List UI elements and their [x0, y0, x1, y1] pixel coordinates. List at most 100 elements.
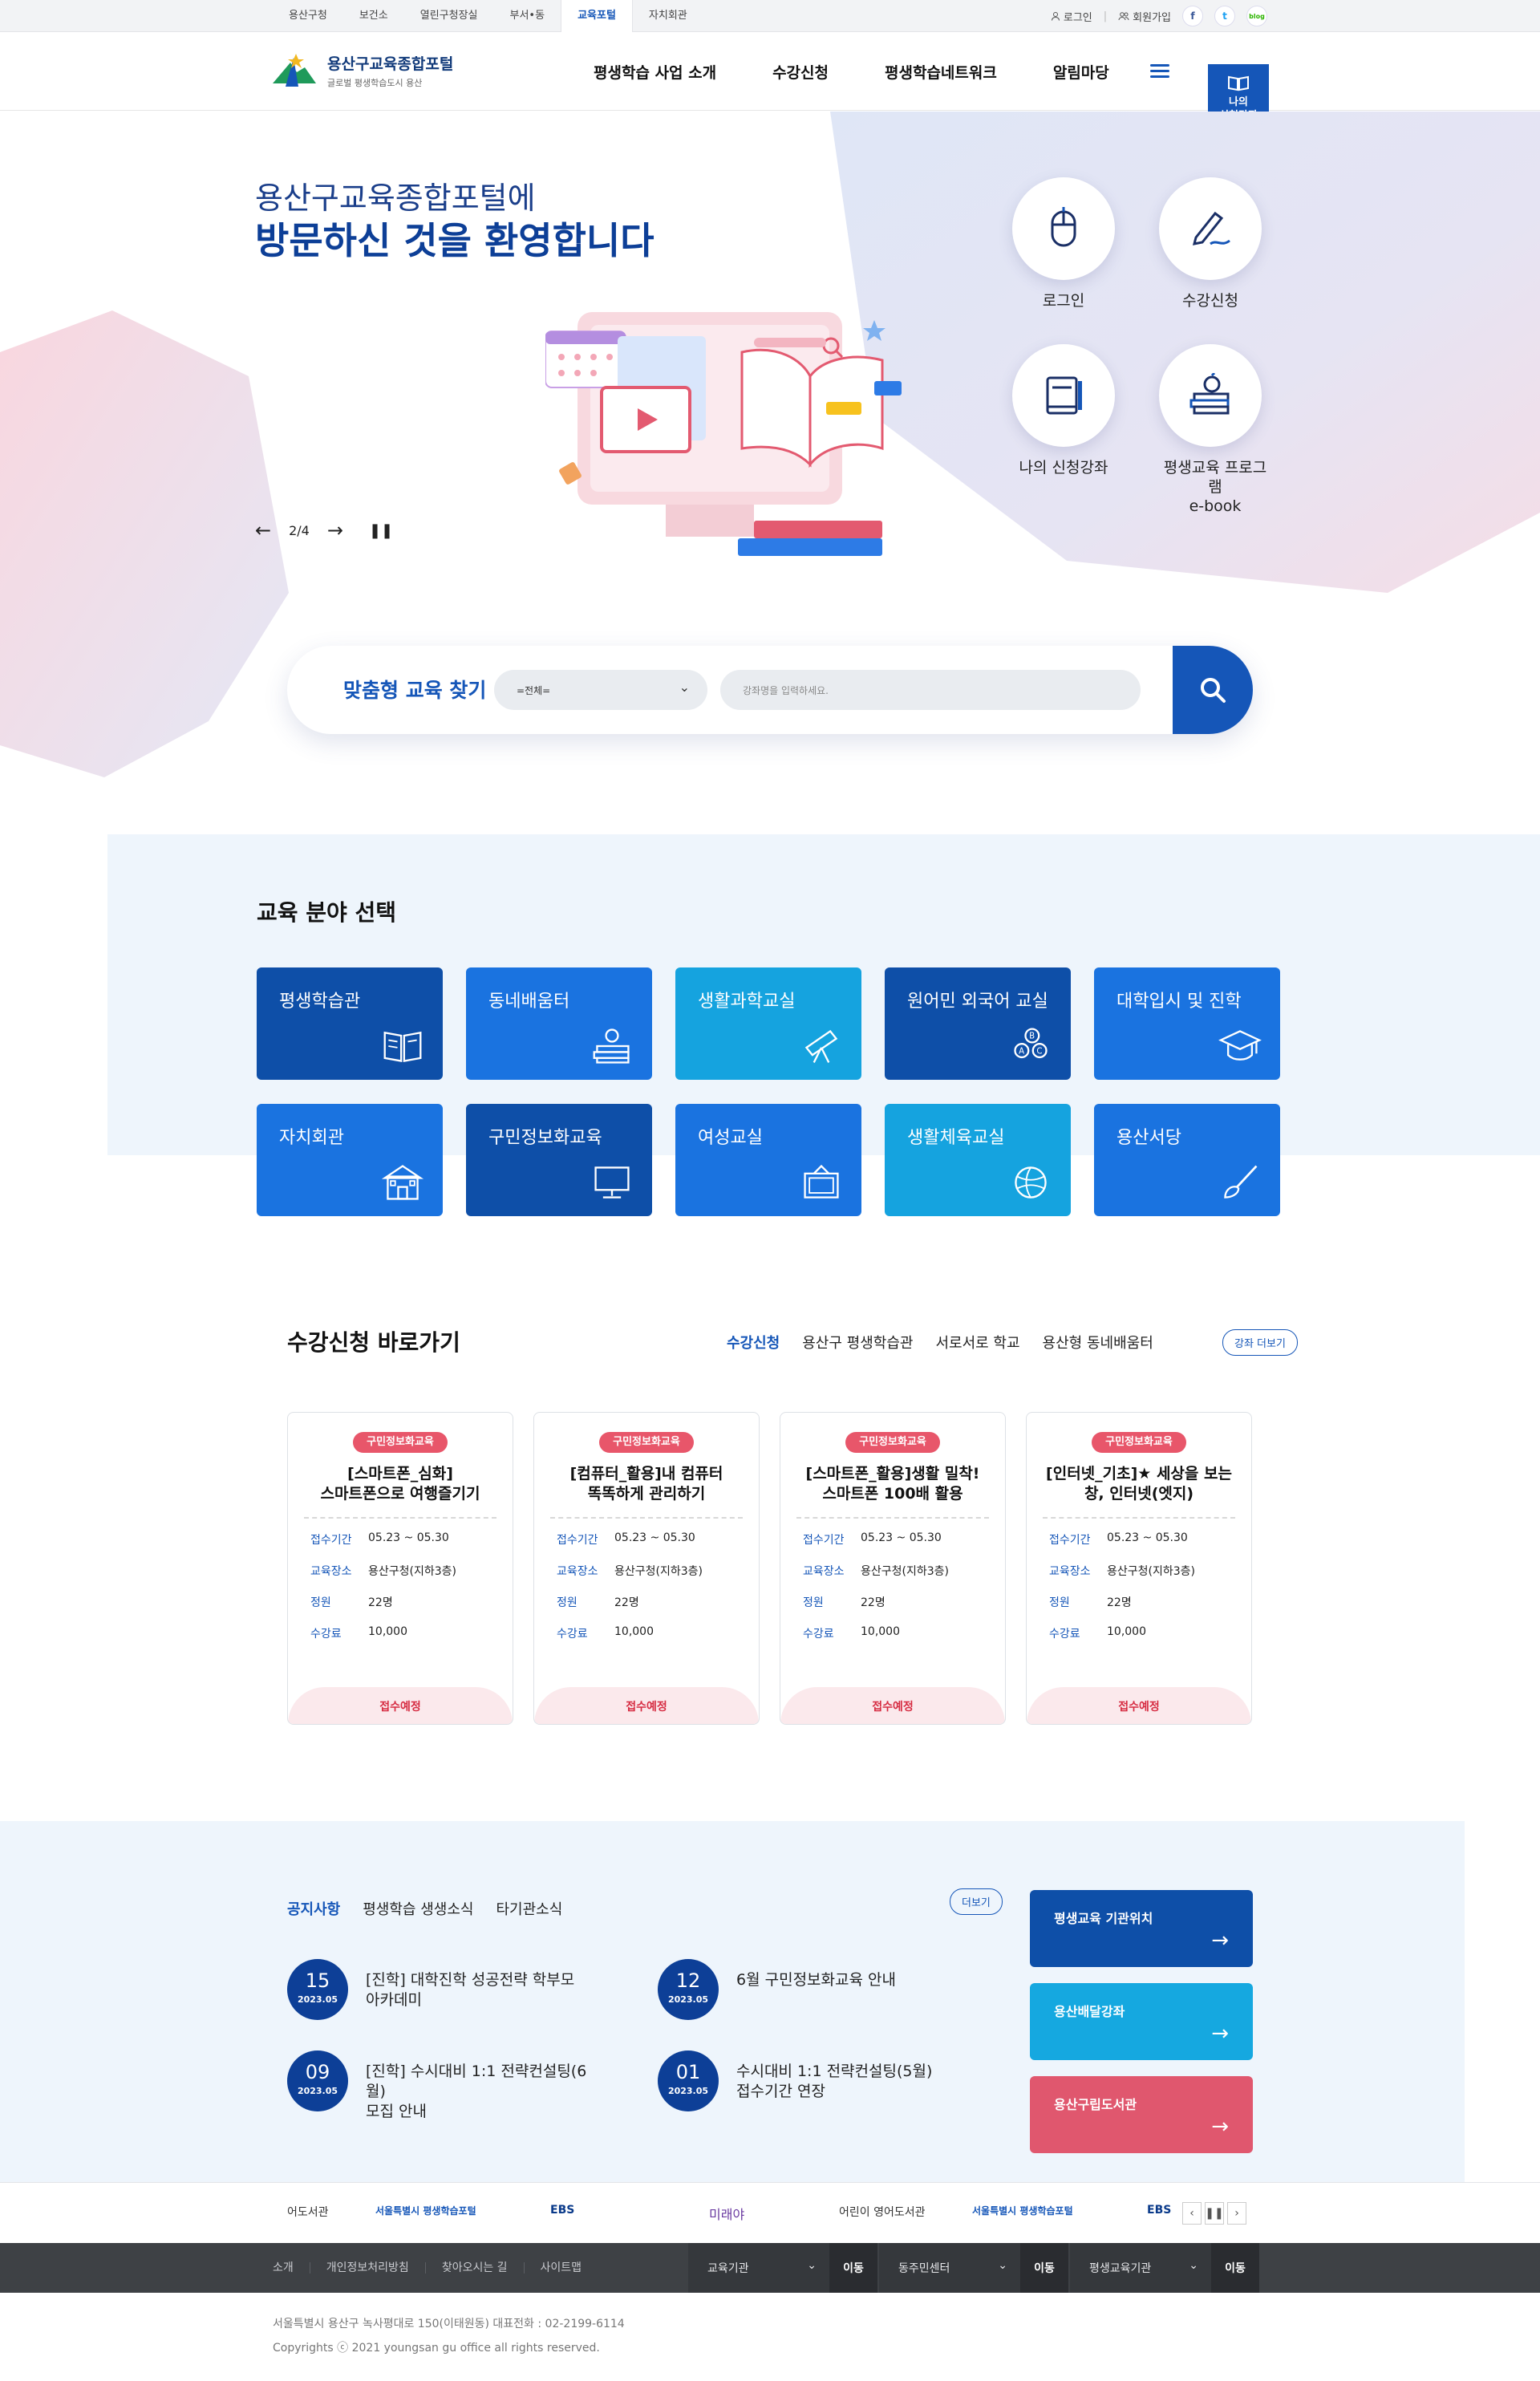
- footer-link[interactable]: 소개: [273, 2262, 310, 2274]
- partner-link[interactable]: EBS: [1147, 2204, 1171, 2217]
- field-card[interactable]: 대학입시 및 진학: [1094, 967, 1280, 1080]
- logo-subtitle: 글로벌 평생학습도시 용산: [327, 78, 423, 88]
- field-card[interactable]: 동네배움터: [466, 967, 652, 1080]
- status-badge[interactable]: 접수예정: [288, 1687, 513, 1724]
- prev-arrow-icon[interactable]: ←: [255, 519, 271, 542]
- pause-icon[interactable]: ❚❚: [369, 522, 393, 539]
- join-link[interactable]: 회원가입: [1118, 9, 1171, 24]
- quick-circle: [1159, 344, 1262, 447]
- field-card[interactable]: 용산서당: [1094, 1104, 1280, 1216]
- footer-link[interactable]: 사이트맵: [525, 2262, 598, 2274]
- tab-other-news[interactable]: 타기관소식: [496, 1898, 562, 1919]
- partner-link[interactable]: 어도서관: [287, 2204, 329, 2220]
- blog-icon[interactable]: blog: [1246, 6, 1267, 26]
- institution-select[interactable]: 교육기관 ⌄: [688, 2243, 829, 2293]
- footer-link[interactable]: 찾아오시는 길: [426, 2262, 525, 2274]
- field-card[interactable]: 여성교실: [675, 1104, 861, 1216]
- date-day: 09: [305, 2061, 330, 2083]
- site-link[interactable]: 용산구청: [273, 0, 343, 32]
- building-icon: [381, 1165, 424, 1200]
- course-card[interactable]: 구민정보화교육 [스마트폰_심화] 스마트폰으로 여행즐기기 접수기간 05.23 ~ …: [287, 1412, 513, 1725]
- field-card[interactable]: 원어민 외국어 교실 B A C: [885, 967, 1071, 1080]
- tab-lifelong-center[interactable]: 용산구 평생학습관: [802, 1332, 913, 1353]
- prev-icon[interactable]: ‹: [1182, 2202, 1202, 2225]
- pause-icon[interactable]: ❚❚: [1205, 2202, 1224, 2225]
- course-card[interactable]: 구민정보화교육 [인터넷_기초]★ 세상을 보는 창, 인터넷(엣지) 접수기간 05.…: [1026, 1412, 1252, 1725]
- field-card[interactable]: 구민정보화교육: [466, 1104, 652, 1216]
- twitter-icon[interactable]: t: [1214, 6, 1235, 26]
- field-card[interactable]: 생활과학교실: [675, 967, 861, 1080]
- quick-apply-button[interactable]: 수강신청: [1159, 177, 1262, 310]
- tab-school[interactable]: 서로서로 학교: [935, 1332, 1019, 1353]
- tab-neighborhood[interactable]: 용산형 동네배움터: [1043, 1332, 1153, 1353]
- course-card[interactable]: 구민정보화교육 [스마트폰_활용]생활 밀착! 스마트폰 100배 활용 접수기간 05…: [780, 1412, 1006, 1725]
- main-nav: 평생학습 사업 소개 수강신청 평생학습네트워크 알림마당: [594, 32, 1165, 111]
- section-title: 교육 분야 선택: [257, 899, 397, 926]
- quick-login-button[interactable]: 로그인: [1012, 177, 1115, 310]
- field-card[interactable]: 자치회관: [257, 1104, 443, 1216]
- status-badge[interactable]: 접수예정: [534, 1687, 759, 1724]
- nav-item-apply[interactable]: 수강신청: [772, 61, 829, 83]
- notice-item[interactable]: 09 2023.05 [진학] 수시대비 1:1 전략컨설팅(6월) 모집 안내: [287, 2050, 606, 2122]
- partner-link[interactable]: 서울특별시 평생학습포털: [375, 2204, 476, 2217]
- tab-notice[interactable]: 공지사항: [287, 1898, 340, 1919]
- telescope-icon: [804, 1029, 838, 1063]
- nav-item-intro[interactable]: 평생학습 사업 소개: [594, 61, 716, 83]
- field-card[interactable]: 생활체육교실: [885, 1104, 1071, 1216]
- site-logo[interactable]: 용산구교육종합포털 글로벌 평생학습도시 용산: [270, 51, 453, 90]
- my-class-label-1: 나의: [1229, 96, 1248, 108]
- status-badge[interactable]: 접수예정: [1027, 1687, 1251, 1724]
- site-link-active[interactable]: 교육포털: [561, 0, 633, 32]
- partner-link[interactable]: 미래야: [709, 2204, 744, 2223]
- quick-link-location[interactable]: 평생교육 기관위치 →: [1030, 1890, 1253, 1967]
- quick-myclass-button[interactable]: 나의 신청강좌: [1012, 344, 1115, 477]
- site-link[interactable]: 부서•동: [494, 0, 561, 32]
- search-input[interactable]: 강좌명을 입력하세요.: [720, 670, 1141, 710]
- search-title: 맞춤형 교육 찾기: [343, 679, 487, 702]
- course-card[interactable]: 구민정보화교육 [컴퓨터_활용]내 컴퓨터 똑똑하게 관리하기 접수기간 05.23 ~…: [533, 1412, 760, 1725]
- lifelong-institution-select[interactable]: 평생교육기관 ⌄: [1070, 2243, 1211, 2293]
- go-button[interactable]: 이동: [1211, 2243, 1259, 2293]
- select-value: =전체=: [517, 685, 551, 696]
- tab-apply[interactable]: 수강신청: [727, 1332, 780, 1353]
- footer-link[interactable]: 개인정보처리방침: [310, 2262, 426, 2274]
- field-card[interactable]: 평생학습관: [257, 967, 443, 1080]
- footer-copyright: Copyrights ⓒ 2021 youngsan gu office all…: [273, 2342, 600, 2355]
- notice-item[interactable]: 01 2023.05 수시대비 1:1 전략컨설팅(5월) 접수기간 연장: [658, 2050, 977, 2111]
- tab-news[interactable]: 평생학습 생생소식: [363, 1898, 473, 1919]
- chevron-down-icon: ⌄: [679, 679, 690, 695]
- login-link[interactable]: 로그인: [1051, 9, 1092, 24]
- partner-link[interactable]: 어린이 영어도서관: [839, 2204, 926, 2220]
- quick-link-library[interactable]: 용산구립도서관 →: [1030, 2076, 1253, 2153]
- nav-item-notice[interactable]: 알림마당: [1053, 61, 1109, 83]
- notice-item[interactable]: 12 2023.05 6월 구민정보화교육 안내: [658, 1959, 977, 2020]
- nav-item-network[interactable]: 평생학습네트워크: [885, 61, 997, 83]
- more-notice-button[interactable]: 더보기: [950, 1888, 1003, 1915]
- info-row-place: 교육장소 용산구청(지하3층): [1049, 1565, 1195, 1578]
- category-select[interactable]: =전체= ⌄: [494, 670, 707, 710]
- status-badge[interactable]: 접수예정: [780, 1687, 1005, 1724]
- facebook-icon[interactable]: f: [1182, 6, 1203, 26]
- go-button[interactable]: 이동: [1020, 2243, 1068, 2293]
- notice-line: 모집 안내: [366, 2103, 427, 2120]
- partner-banner: 어도서관 서울특별시 평생학습포털 EBS 미래야 어린이 영어도서관 서울특별…: [0, 2182, 1540, 2243]
- next-arrow-icon[interactable]: →: [327, 519, 343, 542]
- arrow-right-icon: →: [1211, 2022, 1229, 2046]
- date-badge: 09 2023.05: [287, 2050, 348, 2111]
- partner-link[interactable]: EBS: [550, 2204, 574, 2217]
- menu-icon[interactable]: [1150, 64, 1169, 79]
- quick-link-delivery[interactable]: 용산배달강좌 →: [1030, 1983, 1253, 2060]
- site-link[interactable]: 열린구청장실: [404, 0, 494, 32]
- category-badge: 구민정보화교육: [353, 1432, 448, 1453]
- quick-ebook-button[interactable]: 평생교육 프로그램 e-book: [1159, 344, 1271, 516]
- site-link[interactable]: 자치회관: [633, 0, 703, 32]
- site-link[interactable]: 보건소: [343, 0, 404, 32]
- date-day: 01: [675, 2061, 701, 2083]
- more-courses-button[interactable]: 강좌 더보기: [1222, 1329, 1298, 1356]
- partner-link[interactable]: 서울특별시 평생학습포털: [972, 2204, 1073, 2217]
- community-center-select[interactable]: 동주민센터 ⌄: [879, 2243, 1020, 2293]
- next-icon[interactable]: ›: [1227, 2202, 1246, 2225]
- go-button[interactable]: 이동: [829, 2243, 877, 2293]
- info-row-fee: 수강료 10,000: [1049, 1625, 1146, 1641]
- notice-item[interactable]: 15 2023.05 [진학] 대학진학 성공전략 학부모 아카데미: [287, 1959, 606, 2020]
